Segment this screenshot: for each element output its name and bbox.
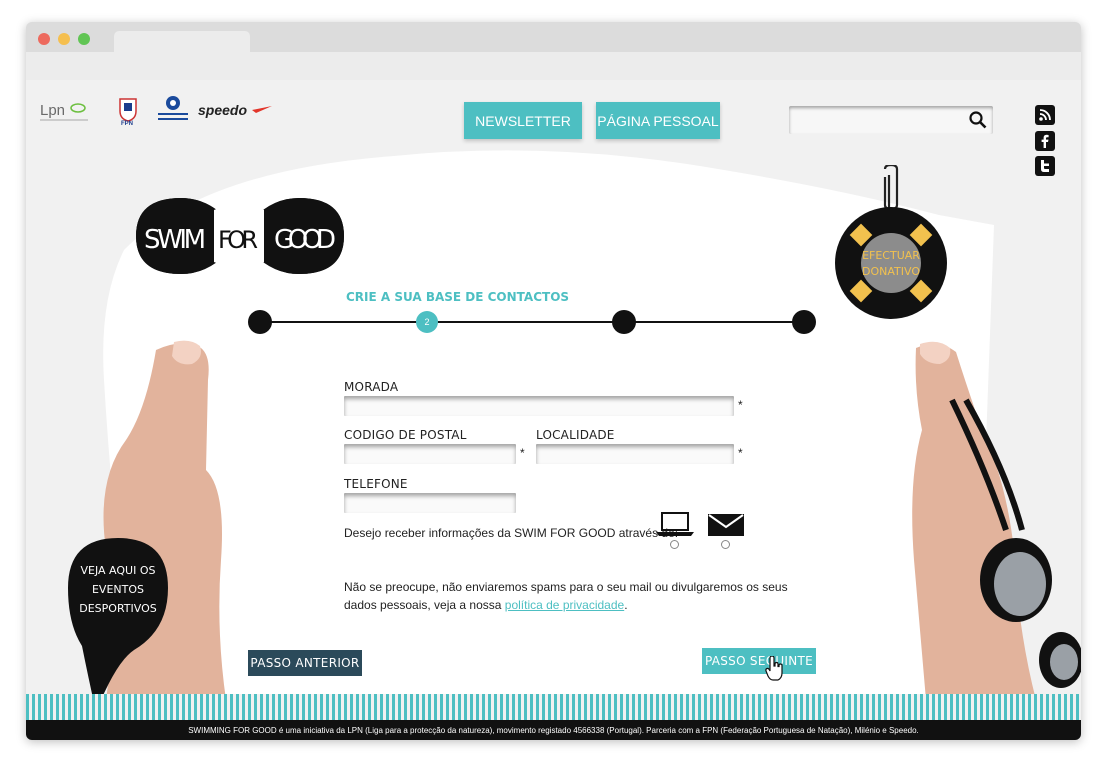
- laptop-radio[interactable]: [670, 540, 679, 549]
- morada-input[interactable]: [344, 396, 734, 416]
- previous-step-button[interactable]: PASSO ANTERIOR: [248, 650, 362, 676]
- svg-text:speedo: speedo: [198, 102, 247, 118]
- step-progress: CRIE A SUA BASE DE CONTACTOS 2: [248, 290, 818, 340]
- decorative-stripes: [26, 694, 1081, 720]
- step-1-dot[interactable]: [248, 310, 272, 334]
- fpn-logo[interactable]: FPN: [116, 97, 142, 125]
- brand-good: GOOD: [274, 225, 336, 255]
- donate-line1: EFECTUAR: [862, 249, 920, 262]
- events-line1: VEJA AQUI OS: [81, 564, 156, 577]
- browser-titlebar: [26, 22, 1081, 80]
- svg-text:Lpn: Lpn: [40, 102, 65, 119]
- events-line2: EVENTOS: [92, 583, 144, 596]
- page-content: Lpn FPN speedo NEWSLETTER PÁGINA PESSOAL…: [26, 80, 1081, 740]
- morada-label: MORADA: [344, 380, 399, 394]
- morada-required-mark: *: [738, 398, 743, 412]
- privacy-notice-suffix: .: [624, 598, 628, 612]
- hand-pointer-cursor-icon: [765, 656, 783, 681]
- codigo-postal-input[interactable]: [344, 444, 516, 464]
- newsletter-tab[interactable]: NEWSLETTER: [464, 102, 582, 139]
- step-line: [260, 321, 808, 323]
- browser-toolbar: [26, 52, 1081, 80]
- step-4-dot[interactable]: [792, 310, 816, 334]
- localidade-label: LOCALIDADE: [536, 428, 615, 442]
- codigo-postal-required-mark: *: [520, 446, 525, 460]
- codigo-postal-label: CODIGO DE POSTAL: [344, 428, 467, 442]
- privacy-policy-link[interactable]: política de privacidade: [505, 598, 624, 612]
- facebook-icon[interactable]: [1035, 131, 1055, 151]
- personal-page-tab[interactable]: PÁGINA PESSOAL: [596, 102, 720, 139]
- instituto-desporto-logo[interactable]: [156, 93, 190, 123]
- browser-tab[interactable]: [114, 31, 250, 54]
- contact-preference-label: Desejo receber informações da SWIM FOR G…: [344, 526, 679, 540]
- brand-swim: SWIM: [144, 225, 206, 255]
- privacy-notice-prefix: dados pessoais, veja a nossa: [344, 598, 505, 612]
- swim-for-good-logo: SWIM FOR GOOD: [136, 198, 344, 274]
- lpn-logo[interactable]: Lpn: [40, 99, 90, 125]
- telefone-label: TELEFONE: [344, 477, 408, 491]
- envelope-icon: [708, 514, 744, 536]
- donate-line2: DONATIVO: [862, 265, 920, 278]
- donate-button[interactable]: EFECTUAR DONATIVO: [833, 165, 949, 320]
- localidade-input[interactable]: [536, 444, 734, 464]
- twitter-icon[interactable]: [1035, 156, 1055, 176]
- maximize-window-button[interactable]: [78, 33, 90, 45]
- next-step-button[interactable]: PASSO SEGUINTE: [702, 648, 816, 674]
- step-2-dot: 2: [416, 311, 438, 333]
- search-icon[interactable]: [969, 111, 987, 129]
- speedo-logo[interactable]: speedo: [198, 101, 274, 121]
- events-bubble[interactable]: VEJA AQUI OS EVENTOS DESPORTIVOS: [68, 536, 168, 712]
- browser-window: Lpn FPN speedo NEWSLETTER PÁGINA PESSOAL…: [26, 22, 1081, 740]
- telefone-input[interactable]: [344, 493, 516, 513]
- rss-icon[interactable]: [1035, 105, 1055, 125]
- search-input[interactable]: [789, 106, 993, 134]
- svg-text:FPN: FPN: [121, 121, 133, 125]
- brand-for: FOR: [218, 226, 258, 254]
- right-hand-image: [912, 341, 1081, 700]
- privacy-notice-line1: Não se preocupe, não enviaremos spams pa…: [344, 580, 788, 594]
- step-3-dot[interactable]: [612, 310, 636, 334]
- privacy-notice-line2: dados pessoais, veja a nossa política de…: [344, 598, 628, 612]
- localidade-required-mark: *: [738, 446, 743, 460]
- step-title: CRIE A SUA BASE DE CONTACTOS: [346, 290, 570, 304]
- footer-text: SWIMMING FOR GOOD é uma iniciativa da LP…: [26, 720, 1081, 740]
- events-line3: DESPORTIVOS: [79, 602, 156, 615]
- minimize-window-button[interactable]: [58, 33, 70, 45]
- email-radio[interactable]: [721, 540, 730, 549]
- close-window-button[interactable]: [38, 33, 50, 45]
- laptop-icon: [656, 512, 694, 536]
